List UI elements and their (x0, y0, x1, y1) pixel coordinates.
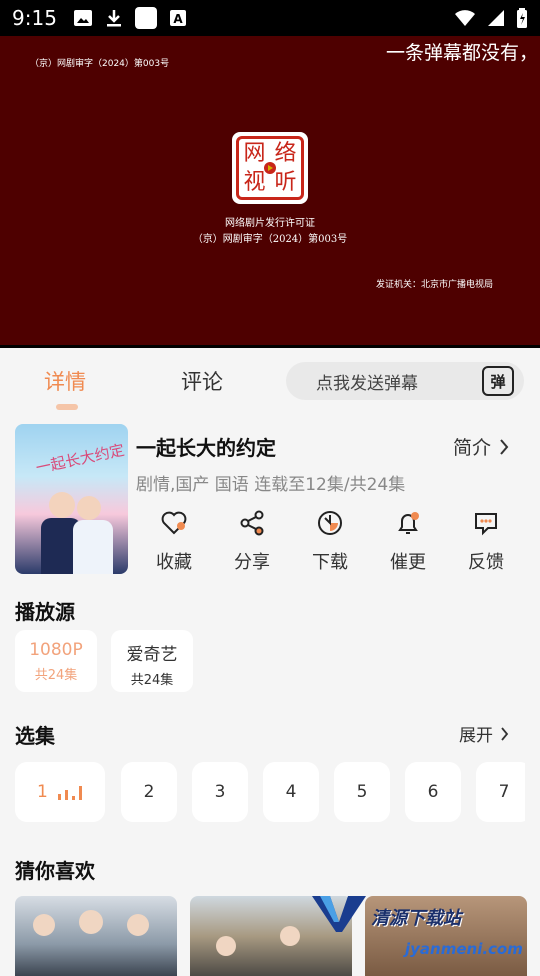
share-label: 分享 (234, 552, 270, 573)
source-1080p[interactable]: 1080P 共24集 (15, 630, 97, 692)
feedback-button[interactable]: 反馈 (456, 508, 516, 574)
danmaku-placeholder: 点我发送弹幕 (316, 373, 418, 394)
favorite-label: 收藏 (156, 552, 192, 573)
watermark-url: jyanmeni.com (405, 940, 523, 958)
svg-text:A: A (173, 12, 183, 26)
battery-icon (517, 8, 527, 28)
sources-title: 播放源 (15, 600, 75, 624)
image-icon (73, 10, 92, 26)
urge-update-label: 催更 (390, 552, 426, 573)
episode-number: 6 (427, 782, 439, 802)
expand-label: 展开 (459, 726, 493, 746)
intro-label: 简介 (453, 437, 492, 459)
poster-figure (77, 496, 101, 520)
episode-list: 1 2 3 4 5 6 7 (15, 762, 525, 822)
site-logo-icon (312, 896, 366, 932)
video-player[interactable]: （京）网剧审字（2024）第003号 一条弹幕都没有， 网 络 视 听 网络剧片… (0, 36, 540, 348)
poster-figure (280, 926, 300, 946)
danmaku-toggle-button[interactable]: 弹 (482, 366, 514, 396)
tab-comments[interactable]: 评论 (181, 366, 223, 396)
chevron-right-icon (501, 726, 509, 741)
seal-char: 网 (243, 140, 266, 166)
source-count: 共24集 (130, 673, 174, 688)
playing-bars-icon (57, 784, 82, 800)
expand-link[interactable]: 展开 (459, 721, 509, 746)
urge-update-button[interactable]: 催更 (378, 508, 438, 574)
status-bar: 9:15 A (0, 0, 540, 36)
text-a-icon: A (169, 10, 186, 26)
episode-item[interactable]: 3 (192, 762, 248, 822)
watermark-text: 清源下载站 (371, 908, 461, 929)
episode-number: 4 (285, 782, 297, 802)
share-button[interactable]: 分享 (222, 508, 282, 574)
episodes-title: 选集 (15, 724, 55, 748)
tab-indicator (56, 404, 78, 410)
action-row: 收藏 分享 下载 催更 反馈 (136, 508, 526, 574)
poster-figure (33, 914, 55, 936)
tab-details[interactable]: 详情 (44, 366, 86, 396)
chevron-right-icon (500, 438, 509, 455)
favorite-button[interactable]: 收藏 (144, 508, 204, 574)
play-icon (264, 162, 276, 174)
wifi-icon (455, 10, 475, 26)
source-count: 共24集 (34, 668, 78, 683)
danmaku-input[interactable]: 点我发送弹幕 弹 (286, 362, 524, 400)
episode-number: 1 (37, 782, 48, 802)
heart-icon (161, 511, 187, 535)
permit-number: （京）网剧审字（2024）第003号 (192, 234, 348, 245)
share-icon (240, 510, 264, 536)
danmaku-button-label: 弹 (490, 372, 506, 391)
network-av-seal: 网 络 视 听 (232, 132, 308, 204)
episode-number: 3 (214, 782, 226, 802)
episode-item[interactable]: 4 (263, 762, 319, 822)
square-app-icon (134, 7, 157, 29)
episode-item[interactable]: 7 (476, 762, 525, 822)
bell-icon (398, 512, 419, 534)
poster-figure (127, 914, 149, 936)
episode-item[interactable]: 6 (405, 762, 461, 822)
danmaku-text: 一条弹幕都没有， (386, 42, 539, 64)
poster-figure (216, 936, 236, 956)
recommend-card[interactable] (15, 896, 177, 976)
feedback-label: 反馈 (468, 552, 504, 573)
download-clock-icon (318, 511, 342, 535)
episode-item[interactable]: 2 (121, 762, 177, 822)
source-name: 1080P (29, 640, 83, 660)
show-title: 一起长大的约定 (136, 436, 276, 460)
recommend-title: 猜你喜欢 (15, 859, 95, 883)
seal-char: 络 (274, 140, 297, 166)
license-number-top: （京）网剧审字（2024）第003号 (30, 59, 170, 69)
status-time: 9:15 (12, 6, 57, 30)
tab-bar: 详情 评论 点我发送弹幕 弹 (0, 348, 540, 414)
poster-figure (79, 910, 103, 934)
seal-char: 听 (274, 169, 297, 195)
poster-title: 一起长大约定 (34, 440, 127, 478)
poster-figure (49, 492, 75, 518)
issuer-text: 发证机关：北京市广播电视局 (376, 280, 494, 290)
recommend-card[interactable]: 清源下载站 jyanmeni.com (365, 896, 527, 976)
download-button[interactable]: 下载 (300, 508, 360, 574)
seal-char: 视 (243, 169, 266, 195)
poster-figure (73, 520, 113, 574)
episode-item[interactable]: 1 (15, 762, 105, 822)
source-name: 爱奇艺 (126, 645, 178, 665)
download-icon (106, 10, 121, 27)
show-meta: 剧情,国产 国语 连载至12集/共24集 (136, 475, 406, 495)
episode-number: 2 (143, 782, 155, 802)
show-poster[interactable]: 一起长大约定 (15, 424, 128, 574)
signal-icon (488, 10, 504, 26)
download-label: 下载 (312, 552, 348, 573)
episode-number: 5 (356, 782, 368, 802)
source-iqiyi[interactable]: 爱奇艺 共24集 (111, 630, 193, 692)
episode-item[interactable]: 5 (334, 762, 390, 822)
feedback-icon (475, 513, 497, 536)
intro-link[interactable]: 简介 (453, 433, 509, 460)
episode-number: 7 (498, 782, 510, 802)
permit-title: 网络剧片发行许可证 (225, 218, 315, 229)
